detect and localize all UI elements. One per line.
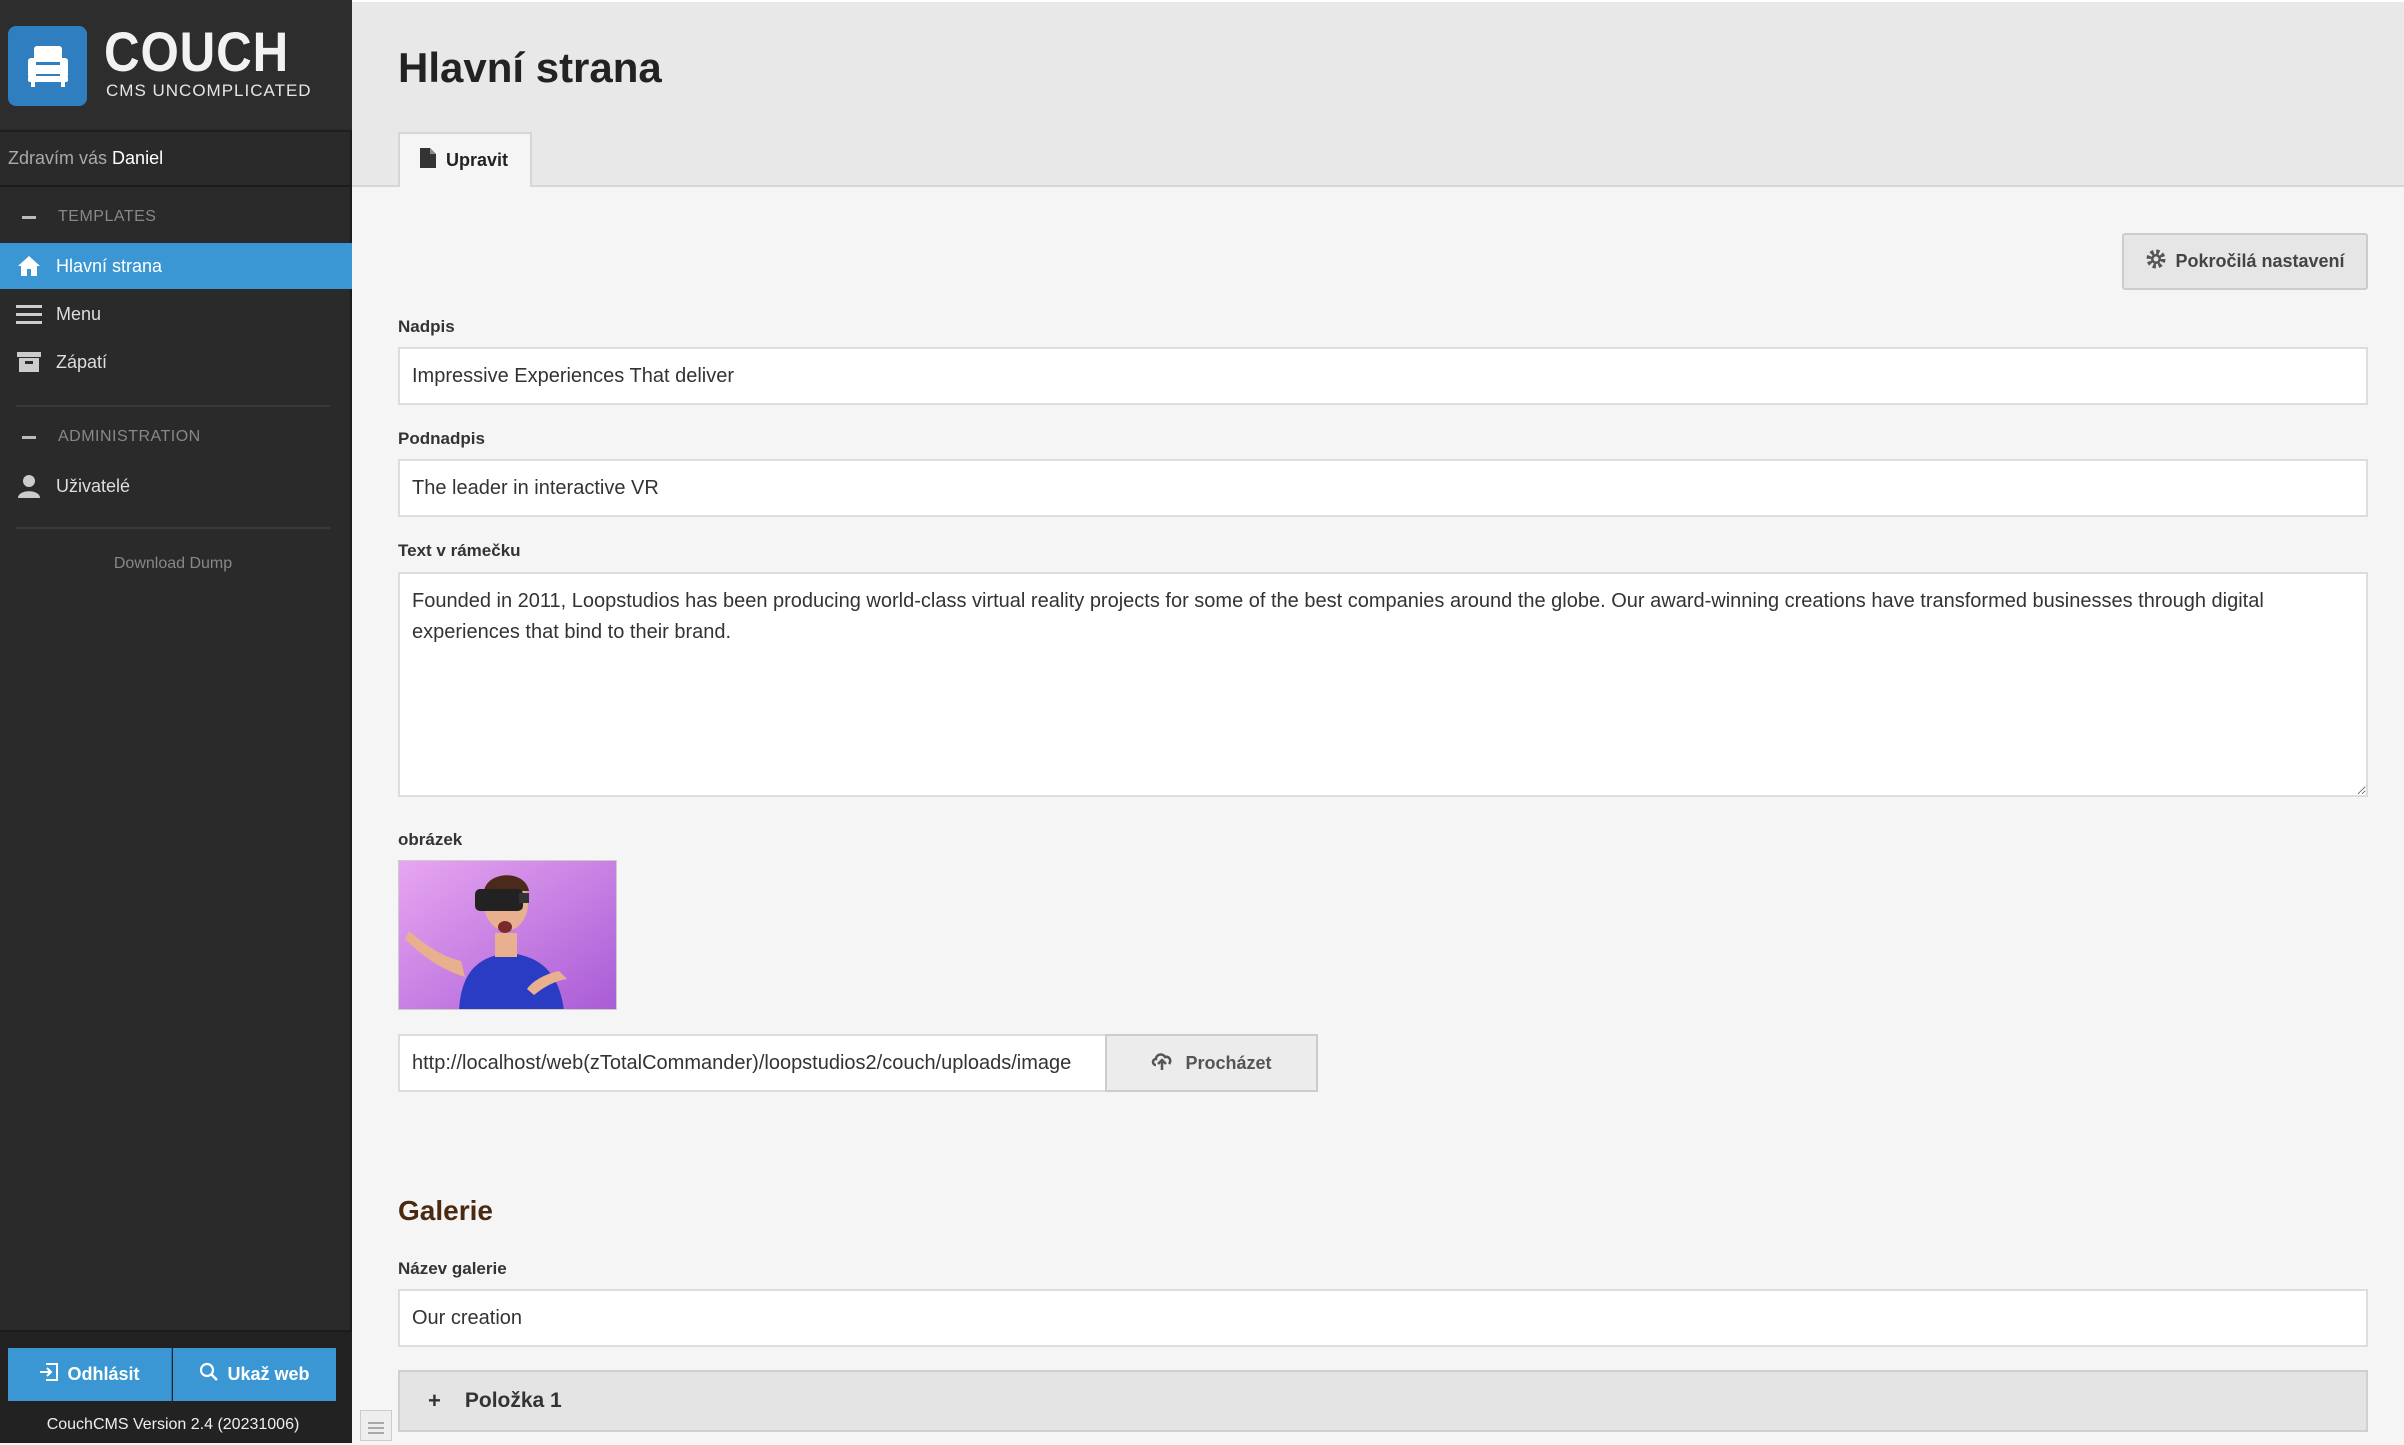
tab-label: Upravit	[446, 150, 509, 170]
divider	[0, 185, 352, 187]
user-greeting: Zdravím vás Daniel	[8, 148, 163, 169]
administration-heading-label: ADMINISTRATION	[58, 428, 201, 445]
text-v-ramecku-textarea[interactable]: Founded in 2011, Loopstudios has been pr…	[398, 572, 2368, 797]
gallery-name-label: Název galerie	[398, 1259, 507, 1278]
advanced-settings-label: Pokročilá nastavení	[2175, 251, 2345, 271]
gallery-name-input[interactable]	[398, 1289, 2368, 1347]
sidebar-item-menu[interactable]: Menu	[0, 291, 352, 337]
logout-button[interactable]: Odhlásit	[8, 1348, 172, 1401]
brand-tagline: CMS UNCOMPLICATED	[106, 81, 312, 100]
collapse-icon[interactable]	[22, 215, 36, 219]
sidebar-item-zapati[interactable]: Zápatí	[0, 339, 352, 385]
page-title: Hlavní strana	[398, 44, 662, 91]
gear-icon	[2145, 248, 2167, 275]
advanced-settings-button[interactable]: Pokročilá nastavení	[2122, 233, 2368, 290]
search-icon	[199, 1362, 219, 1387]
archive-icon	[16, 349, 42, 375]
couch-logo-icon[interactable]	[8, 26, 87, 106]
browse-label: Procházet	[1185, 1052, 1272, 1073]
plus-icon[interactable]: +	[428, 1388, 441, 1414]
podnadpis-input[interactable]	[398, 459, 2368, 517]
templates-heading-label: TEMPLATES	[58, 208, 157, 225]
gallery-heading: Galerie	[398, 1195, 493, 1226]
divider	[16, 527, 330, 529]
version-text: CouchCMS Version 2.4 (20231006)	[46, 1416, 300, 1433]
sidebar-item-label: Hlavní strana	[56, 255, 163, 276]
sidebar-item-label: Menu	[56, 303, 102, 324]
greeting-prefix: Zdravím vás	[8, 148, 108, 168]
sidebar-item-hlavni-strana[interactable]: Hlavní strana	[0, 243, 352, 289]
menu-icon	[16, 301, 42, 327]
text-v-ramecku-label: Text v rámečku	[398, 541, 521, 560]
gallery-item-label: Položka 1	[464, 1389, 562, 1412]
show-web-label: Ukaž web	[227, 1364, 310, 1384]
brand-header: COUCH CMS UNCOMPLICATED	[0, 0, 352, 132]
divider	[16, 405, 330, 407]
sidebar: COUCH CMS UNCOMPLICATED Zdravím vás Dani…	[0, 0, 352, 1443]
home-icon	[16, 253, 42, 279]
image-thumbnail[interactable]	[398, 860, 617, 1010]
sidebar-item-label: Uživatelé	[56, 475, 131, 496]
obrazek-label: obrázek	[398, 830, 463, 849]
user-icon	[16, 473, 42, 499]
file-icon	[420, 148, 436, 173]
gallery-item-1[interactable]: + Položka 1	[398, 1370, 2368, 1432]
page-header	[352, 0, 2404, 187]
sidebar-item-uzivatele[interactable]: Uživatelé	[0, 463, 352, 509]
sidebar-item-label: Zápatí	[56, 351, 108, 372]
podnadpis-label: Podnadpis	[398, 429, 485, 448]
tab-upravit[interactable]: Upravit	[398, 132, 532, 187]
cloud-upload-icon	[1151, 1051, 1173, 1076]
user-name[interactable]: Daniel	[112, 148, 163, 168]
download-dump-link[interactable]: Download Dump	[0, 555, 346, 573]
administration-heading[interactable]: ADMINISTRATION	[22, 428, 201, 446]
nadpis-label: Nadpis	[398, 317, 455, 336]
collapse-icon[interactable]	[22, 435, 36, 439]
image-url-input[interactable]	[398, 1034, 1107, 1092]
resize-grip-icon[interactable]	[360, 1410, 392, 1441]
browse-button[interactable]: Procházet	[1105, 1034, 1318, 1092]
show-web-button[interactable]: Ukaž web	[173, 1348, 336, 1401]
brand-name: COUCH	[104, 20, 290, 83]
nadpis-input[interactable]	[398, 347, 2368, 405]
logout-label: Odhlásit	[67, 1364, 140, 1384]
logout-icon	[39, 1362, 59, 1387]
templates-heading[interactable]: TEMPLATES	[22, 208, 156, 226]
